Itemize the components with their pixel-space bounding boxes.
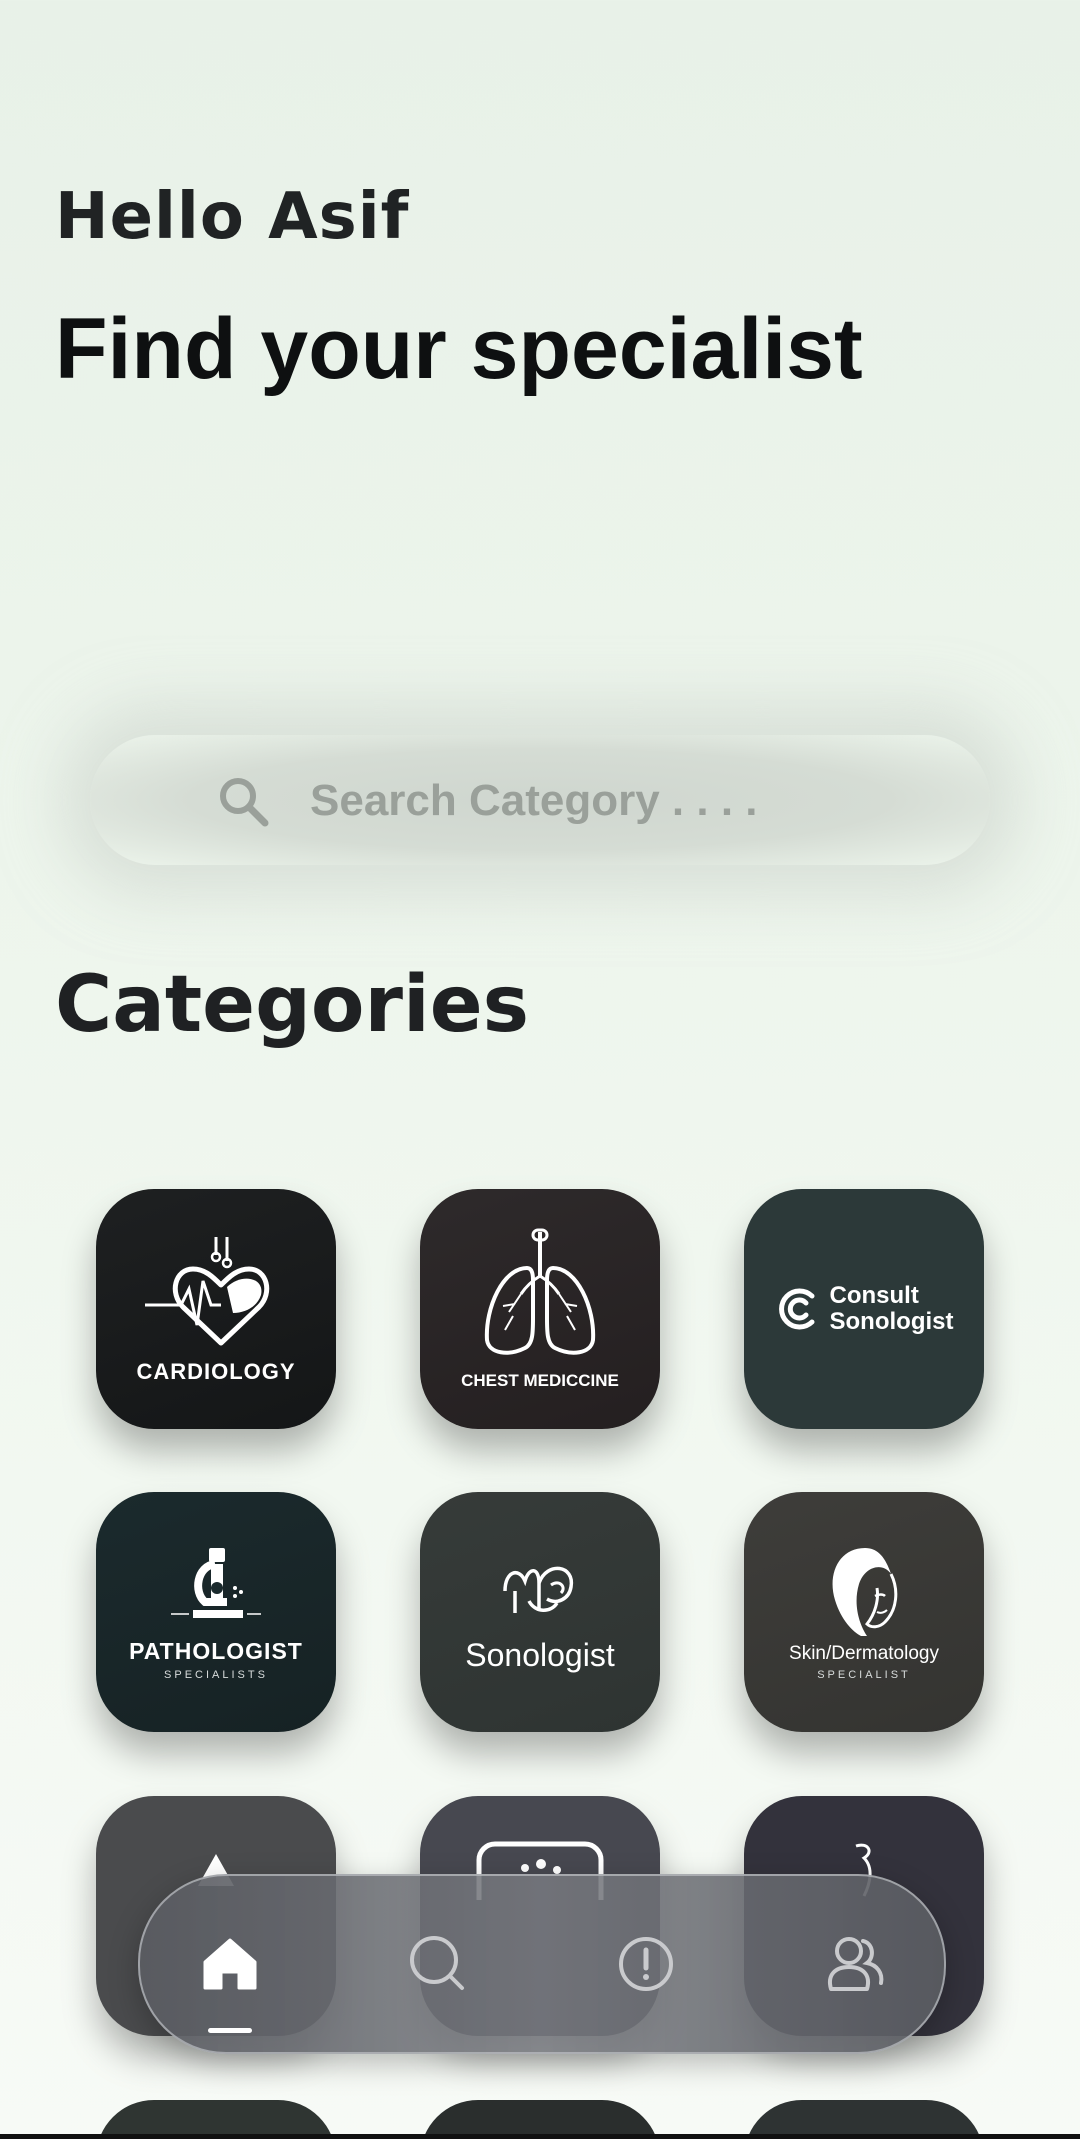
system-gesture-bar	[0, 2134, 1080, 2139]
search-icon	[220, 778, 269, 827]
category-label: Skin/Dermatology	[789, 1642, 939, 1664]
microscope-icon	[171, 1547, 261, 1618]
page-title: Find your specialist	[55, 301, 863, 397]
consult-logo-icon	[778, 1288, 814, 1330]
greeting: Hello Asif	[55, 180, 410, 254]
category-pathologist[interactable]: PATHOLOGIST SPECIALISTS	[96, 1492, 336, 1732]
category-label: Sonologist	[465, 1636, 615, 1673]
categories-title: Categories	[55, 960, 530, 1050]
lungs-icon	[484, 1228, 596, 1355]
search-icon	[410, 1936, 464, 1990]
ultrasound-icon	[503, 1566, 573, 1613]
users-icon	[828, 1937, 884, 1991]
face-icon	[832, 1547, 898, 1636]
search-bar[interactable]	[90, 735, 990, 865]
category-label: Consult Sonologist	[829, 1282, 954, 1335]
bottom-navigation	[138, 1874, 946, 2054]
category-skin-dermatology[interactable]: Skin/Dermatology SPECIALIST	[744, 1492, 984, 1732]
alert-icon	[619, 1937, 673, 1991]
active-indicator	[208, 2028, 252, 2033]
search-input[interactable]	[308, 765, 912, 837]
category-sublabel: SPECIALIST	[817, 1668, 911, 1681]
nav-search[interactable]	[390, 1916, 486, 2012]
category-cardiology[interactable]: CARDIOLOGY	[96, 1189, 336, 1429]
category-sublabel: SPECIALISTS	[164, 1668, 268, 1681]
category-consult-sonologist[interactable]: Consult Sonologist	[744, 1189, 984, 1429]
nav-profile[interactable]	[806, 1916, 902, 2012]
heart-icon	[145, 1237, 270, 1346]
home-icon	[203, 1938, 257, 1990]
category-sonologist[interactable]: Sonologist	[420, 1492, 660, 1732]
category-label: PATHOLOGIST	[129, 1637, 303, 1664]
nav-alerts[interactable]	[598, 1916, 694, 2012]
category-label: CHEST MEDICCINE	[461, 1370, 619, 1390]
category-chest-medicine[interactable]: CHEST MEDICCINE	[420, 1189, 660, 1429]
category-label: CARDIOLOGY	[136, 1359, 296, 1384]
nav-home[interactable]	[182, 1916, 278, 2012]
